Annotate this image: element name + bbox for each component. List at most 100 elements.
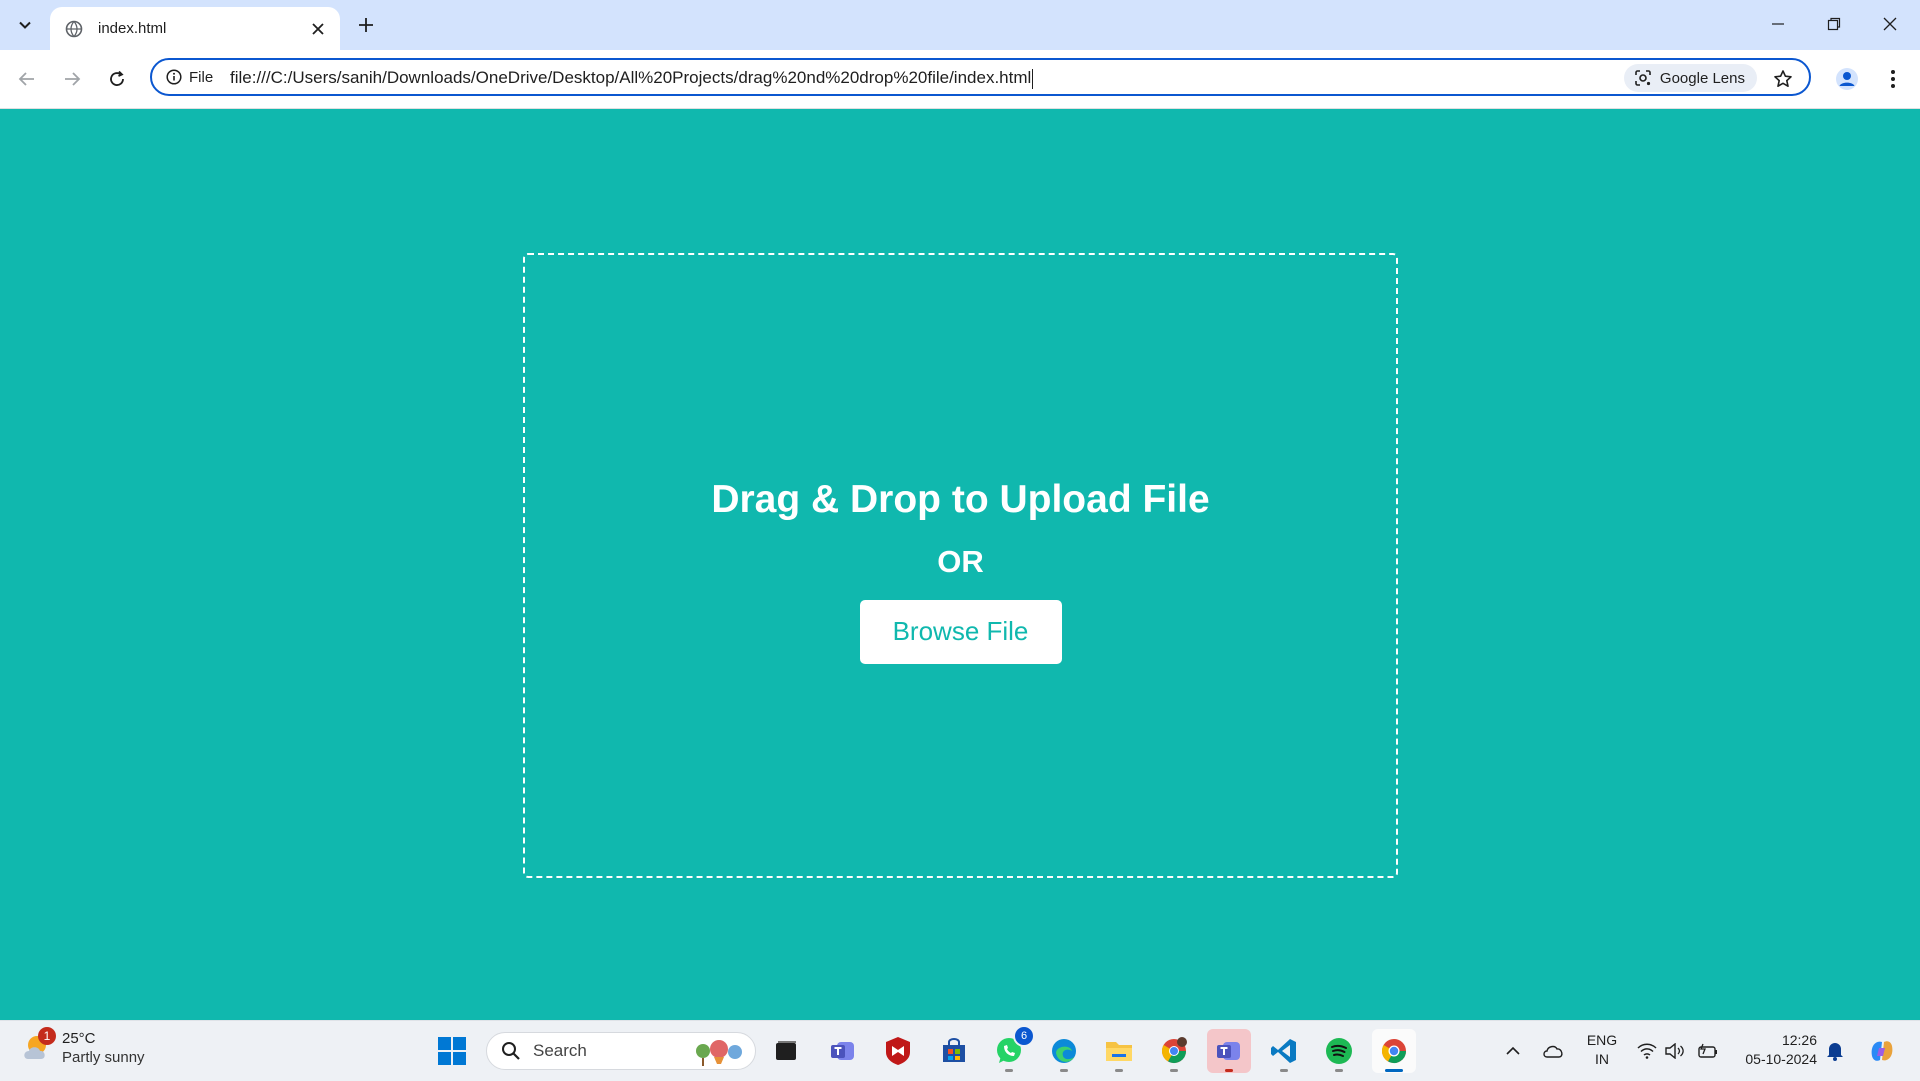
new-tab-button[interactable] xyxy=(350,9,382,41)
weather-alert-badge: 1 xyxy=(38,1027,56,1045)
battery-charging-icon xyxy=(1698,1043,1717,1058)
running-indicator xyxy=(1170,1069,1178,1072)
vscode-icon xyxy=(1271,1039,1296,1063)
search-highlight-icon xyxy=(696,1040,742,1066)
or-separator: OR xyxy=(937,543,984,579)
teams-icon xyxy=(1217,1042,1240,1060)
battery-tray-icon[interactable] xyxy=(1694,1021,1722,1081)
task-view-button[interactable] xyxy=(764,1029,808,1073)
running-indicator xyxy=(1225,1069,1233,1072)
reload-button[interactable] xyxy=(100,62,134,96)
running-indicator xyxy=(1385,1069,1403,1072)
tab-close-icon[interactable] xyxy=(304,15,332,43)
avatar-icon xyxy=(1836,68,1858,90)
copilot-button[interactable] xyxy=(1862,1021,1902,1081)
taskbar-app-teams[interactable] xyxy=(821,1029,865,1073)
chrome-profile-icon xyxy=(1161,1037,1187,1064)
taskbar-app-whatsapp[interactable]: 6 xyxy=(987,1025,1035,1073)
spotify-icon xyxy=(1326,1038,1352,1064)
globe-icon xyxy=(64,19,84,39)
browser-toolbar: File file:///C:/Users/sanih/Downloads/On… xyxy=(0,50,1920,109)
running-indicator xyxy=(1115,1069,1123,1072)
chrome-icon xyxy=(1381,1039,1406,1064)
show-hidden-icons-button[interactable] xyxy=(1500,1021,1526,1081)
browse-file-button[interactable]: Browse File xyxy=(859,599,1062,664)
wifi-icon xyxy=(1637,1043,1657,1059)
taskbar-app-chrome[interactable] xyxy=(1372,1029,1416,1073)
language-code: ENG xyxy=(1586,1032,1618,1048)
address-bar[interactable]: File file:///C:/Users/sanih/Downloads/On… xyxy=(150,58,1811,96)
google-lens-label: Google Lens xyxy=(1659,69,1745,87)
whatsapp-unread-badge: 6 xyxy=(1013,1025,1035,1047)
windows-logo-icon xyxy=(438,1037,466,1065)
taskbar-app-teams-active[interactable] xyxy=(1207,1029,1251,1073)
taskbar-search[interactable]: Search xyxy=(486,1032,756,1070)
site-info-chip[interactable]: File xyxy=(160,65,219,89)
partly-sunny-icon: 1 xyxy=(20,1027,58,1067)
weather-temperature: 25°C xyxy=(62,1030,96,1047)
clock-date: 05-10-2024 xyxy=(1745,1051,1817,1067)
task-view-icon xyxy=(776,1041,796,1060)
back-arrow-icon xyxy=(18,72,34,86)
close-window-button[interactable] xyxy=(1862,0,1918,48)
taskbar-app-file-explorer[interactable] xyxy=(1097,1029,1141,1073)
teams-icon xyxy=(831,1042,854,1060)
bell-icon xyxy=(1827,1043,1843,1061)
close-icon xyxy=(1883,17,1897,31)
start-button[interactable] xyxy=(430,1029,474,1073)
back-button[interactable] xyxy=(10,62,44,96)
weather-condition: Partly sunny xyxy=(62,1049,145,1066)
edge-icon xyxy=(1052,1039,1076,1063)
notifications-button[interactable] xyxy=(1822,1021,1848,1081)
taskbar-app-edge[interactable] xyxy=(1042,1029,1086,1073)
search-icon xyxy=(502,1042,520,1060)
system-clock[interactable]: 12:26 05-10-2024 xyxy=(1735,1031,1817,1069)
running-indicator xyxy=(1335,1069,1343,1072)
copilot-icon xyxy=(1871,1041,1893,1061)
taskbar-app-spotify[interactable] xyxy=(1317,1029,1361,1073)
reload-icon xyxy=(110,70,124,86)
taskbar-app-vscode[interactable] xyxy=(1262,1029,1306,1073)
running-indicator xyxy=(1005,1069,1013,1072)
kebab-menu-icon xyxy=(1891,70,1895,88)
microsoft-store-icon xyxy=(943,1038,965,1062)
drop-zone-heading: Drag & Drop to Upload File xyxy=(711,477,1210,521)
minimize-button[interactable] xyxy=(1750,0,1806,48)
weather-widget[interactable]: 1 25°C Partly sunny xyxy=(20,1027,145,1067)
url-text[interactable]: file:///C:/Users/sanih/Downloads/OneDriv… xyxy=(230,68,1034,89)
folder-icon xyxy=(1106,1042,1132,1061)
minimize-icon xyxy=(1772,23,1784,25)
running-indicator xyxy=(1280,1069,1288,1072)
region-code: IN xyxy=(1595,1051,1609,1067)
restore-button[interactable] xyxy=(1806,0,1862,48)
chevron-down-icon xyxy=(19,21,31,29)
taskbar-app-mcafee[interactable] xyxy=(876,1029,920,1073)
chevron-up-icon xyxy=(1506,1046,1520,1055)
star-icon xyxy=(1774,70,1792,87)
cloud-icon xyxy=(1543,1045,1563,1058)
mcafee-shield-icon xyxy=(886,1037,910,1065)
browser-tab-active[interactable]: index.html xyxy=(50,7,340,50)
info-icon xyxy=(166,69,182,85)
taskbar-app-chrome-profile[interactable] xyxy=(1152,1029,1196,1073)
lens-icon xyxy=(1635,70,1651,86)
input-language-indicator[interactable]: ENG IN xyxy=(1584,1031,1620,1069)
file-drop-zone[interactable]: Drag & Drop to Upload File OR Browse Fil… xyxy=(523,253,1398,878)
bookmark-star-button[interactable] xyxy=(1769,65,1797,93)
url-value: file:///C:/Users/sanih/Downloads/OneDriv… xyxy=(230,68,1032,87)
profile-button[interactable] xyxy=(1830,62,1864,96)
forward-arrow-icon xyxy=(65,72,81,86)
clock-time: 12:26 xyxy=(1781,1032,1817,1048)
tab-strip: index.html xyxy=(0,0,1920,50)
browser-menu-button[interactable] xyxy=(1876,62,1910,96)
wifi-tray-icon[interactable] xyxy=(1634,1021,1660,1081)
taskbar-app-store[interactable] xyxy=(932,1029,976,1073)
windows-taskbar: 1 25°C Partly sunny Search 6 ENG IN 12:2… xyxy=(0,1020,1920,1081)
tab-search-button[interactable] xyxy=(8,9,42,41)
forward-button[interactable] xyxy=(55,62,89,96)
onedrive-tray-icon[interactable] xyxy=(1538,1021,1568,1081)
restore-icon xyxy=(1827,17,1841,31)
tab-title: index.html xyxy=(98,20,167,37)
volume-tray-icon[interactable] xyxy=(1662,1021,1688,1081)
google-lens-button[interactable]: Google Lens xyxy=(1623,64,1757,92)
